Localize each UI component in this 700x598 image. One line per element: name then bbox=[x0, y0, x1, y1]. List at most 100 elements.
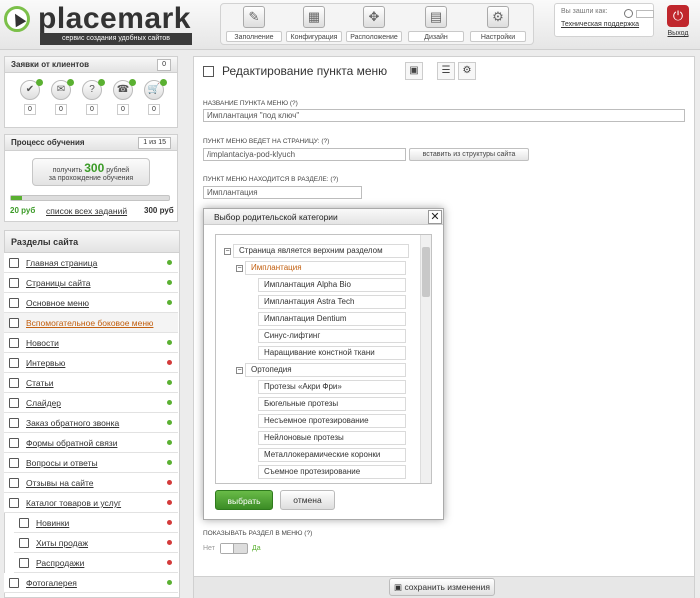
tree-collapse-toggle[interactable]: − bbox=[224, 248, 231, 255]
all-tasks-link[interactable]: список всех заданий bbox=[46, 206, 127, 216]
sidebar-item-label: Фотогалерея bbox=[26, 578, 77, 588]
tree-node[interactable]: Протезы «Акри Фри» bbox=[258, 380, 406, 394]
tree-collapse-toggle[interactable]: − bbox=[236, 265, 243, 272]
sidebar-item[interactable]: Основное меню bbox=[4, 293, 178, 313]
status-dot bbox=[167, 260, 172, 265]
status-dot bbox=[167, 460, 172, 465]
tree-node[interactable]: Ортопедия bbox=[245, 363, 406, 377]
section-icon bbox=[19, 558, 29, 568]
gear-icon[interactable]: ⚙ bbox=[458, 62, 476, 80]
sidebar-item[interactable]: Слайдер bbox=[4, 393, 178, 413]
list-icon[interactable]: ☰ bbox=[437, 62, 455, 80]
exit-button[interactable]: ⏻ Выход bbox=[660, 3, 696, 41]
sidebar-item[interactable]: Интервью bbox=[4, 353, 178, 373]
page-input[interactable]: /implantaciya-pod-klyuch bbox=[203, 148, 406, 161]
sidebar-item[interactable]: Распродажи bbox=[14, 553, 178, 573]
tree-node[interactable]: Металлокерамические коронки bbox=[258, 448, 406, 462]
username-field bbox=[636, 10, 654, 18]
sidebar-item-label: Интервью bbox=[26, 358, 66, 368]
requests-count: 0 bbox=[157, 59, 171, 71]
sidebar-item[interactable]: Страницы сайта bbox=[4, 273, 178, 293]
tree-node[interactable]: Наращивание констной ткани bbox=[258, 346, 406, 360]
nav-design-button[interactable]: ▤ Дизайн bbox=[408, 6, 464, 44]
logo: placemark bbox=[38, 2, 191, 35]
show-label: Показывать раздел в меню (?) bbox=[203, 530, 313, 537]
status-dot bbox=[167, 300, 172, 305]
sidebar-item[interactable]: Каталог товаров и услуг bbox=[4, 493, 178, 513]
section-icon bbox=[9, 378, 19, 388]
sidebar-item[interactable]: Новинки bbox=[14, 513, 178, 533]
sidebar-item[interactable]: Новости bbox=[4, 333, 178, 353]
sidebar-item[interactable]: Формы обратной связи bbox=[4, 433, 178, 453]
page-label: Пункт меню ведет на страницу: (?) bbox=[203, 138, 330, 145]
tree-scrollbar[interactable] bbox=[420, 235, 431, 483]
sidebar-item[interactable]: Заказ обратного звонка bbox=[4, 413, 178, 433]
sidebar-item-label: Вспомогательное боковое меню bbox=[26, 318, 154, 328]
sidebar-item[interactable]: Главная страница bbox=[4, 253, 178, 273]
nav-settings-button[interactable]: ⚙ Настройки bbox=[470, 6, 526, 44]
section-label: Пункт меню находится в разделе: (?) bbox=[203, 176, 339, 183]
tree-node[interactable]: Нейлоновые протезы bbox=[258, 431, 406, 445]
sidebar-item-label: Основное меню bbox=[26, 298, 89, 308]
tree-node[interactable]: Имплантация Astra Tech bbox=[258, 295, 406, 309]
save-changes-button[interactable]: ▣ сохранить изменения bbox=[389, 578, 495, 596]
sidebar-item-label: Новинки bbox=[36, 518, 70, 528]
cancel-button[interactable]: отмена bbox=[280, 490, 335, 510]
section-icon bbox=[9, 438, 19, 448]
tree-node[interactable]: Имплантация bbox=[245, 261, 406, 275]
section-icon bbox=[9, 318, 19, 328]
close-icon[interactable]: ✕ bbox=[428, 210, 442, 224]
status-dot bbox=[167, 380, 172, 385]
toggle-yes-label: Да bbox=[252, 545, 261, 552]
nav-layout-button[interactable]: ✥ Расположение bbox=[346, 6, 402, 44]
tree-collapse-toggle[interactable]: − bbox=[236, 367, 243, 374]
nav-label: Конфигурация bbox=[286, 31, 342, 42]
section-icon bbox=[9, 498, 19, 508]
request-count: 0 bbox=[24, 104, 36, 115]
tree-node[interactable]: Съемное протезирование bbox=[258, 465, 406, 479]
requests-title: Заявки от клиентов 0 bbox=[5, 57, 177, 73]
sidebar-item[interactable]: Статьи bbox=[4, 373, 178, 393]
name-label: Название пункта меню (?) bbox=[203, 100, 298, 107]
tree-node[interactable]: Имплантация Alpha Bio bbox=[258, 278, 406, 292]
tree-node[interactable]: Имплантация Dentium bbox=[258, 312, 406, 326]
logo-tagline: сервис создания удобных сайтов bbox=[40, 33, 192, 45]
tree-node[interactable]: Несъемное протезирование bbox=[258, 414, 406, 428]
get-reward-button[interactable]: получить 300 рублей за прохождение обуче… bbox=[32, 158, 150, 186]
save-icon[interactable]: ▣ bbox=[405, 62, 423, 80]
sidebar-item[interactable]: Отзывы на сайте bbox=[4, 473, 178, 493]
sidebar-item[interactable]: Фотогалерея bbox=[4, 573, 178, 593]
nav-fill-button[interactable]: ✎ Заполнение bbox=[226, 6, 282, 44]
select-button[interactable]: выбрать bbox=[215, 490, 273, 510]
sidebar-item-label: Статьи bbox=[26, 378, 54, 388]
sidebar-item[interactable]: Хиты продаж bbox=[14, 533, 178, 553]
status-dot bbox=[167, 520, 172, 525]
progress-left-value: 20 руб bbox=[10, 206, 36, 215]
section-select[interactable]: Имплантация bbox=[203, 186, 362, 199]
insert-structure-button[interactable]: вставить из структуры сайта bbox=[409, 148, 529, 161]
page-title: Редактирование пункта меню bbox=[222, 64, 388, 78]
pencil-icon: ✎ bbox=[243, 6, 265, 28]
request-count: 0 bbox=[117, 104, 129, 115]
training-step: 1 из 15 bbox=[138, 137, 171, 149]
nav-label: Заполнение bbox=[226, 31, 282, 42]
show-toggle[interactable] bbox=[220, 543, 248, 554]
section-icon bbox=[9, 338, 19, 348]
user-box: Вы зашли как: Техническая поддержка bbox=[554, 3, 654, 37]
sidebar-item[interactable]: Вспомогательное боковое меню bbox=[4, 313, 178, 333]
nav-config-button[interactable]: ▦ Конфигурация bbox=[286, 6, 342, 44]
tree-node[interactable]: Страница является верхним разделом bbox=[233, 244, 409, 258]
scroll-thumb[interactable] bbox=[422, 247, 430, 297]
sidebar-item-label: Страницы сайта bbox=[26, 278, 91, 288]
status-dot bbox=[167, 360, 172, 365]
status-dot bbox=[129, 79, 136, 86]
section-icon bbox=[9, 478, 19, 488]
name-input[interactable]: Имплантация "под ключ" bbox=[203, 109, 685, 122]
support-link[interactable]: Техническая поддержка bbox=[561, 21, 647, 28]
tree-node[interactable]: Бюгельные протезы bbox=[258, 397, 406, 411]
section-icon bbox=[9, 418, 19, 428]
section-icon bbox=[9, 258, 19, 268]
sidebar-item[interactable]: Вопросы и ответы bbox=[4, 453, 178, 473]
toggle-no-label: Нет bbox=[203, 545, 215, 552]
tree-node[interactable]: Синус-лифтинг bbox=[258, 329, 406, 343]
